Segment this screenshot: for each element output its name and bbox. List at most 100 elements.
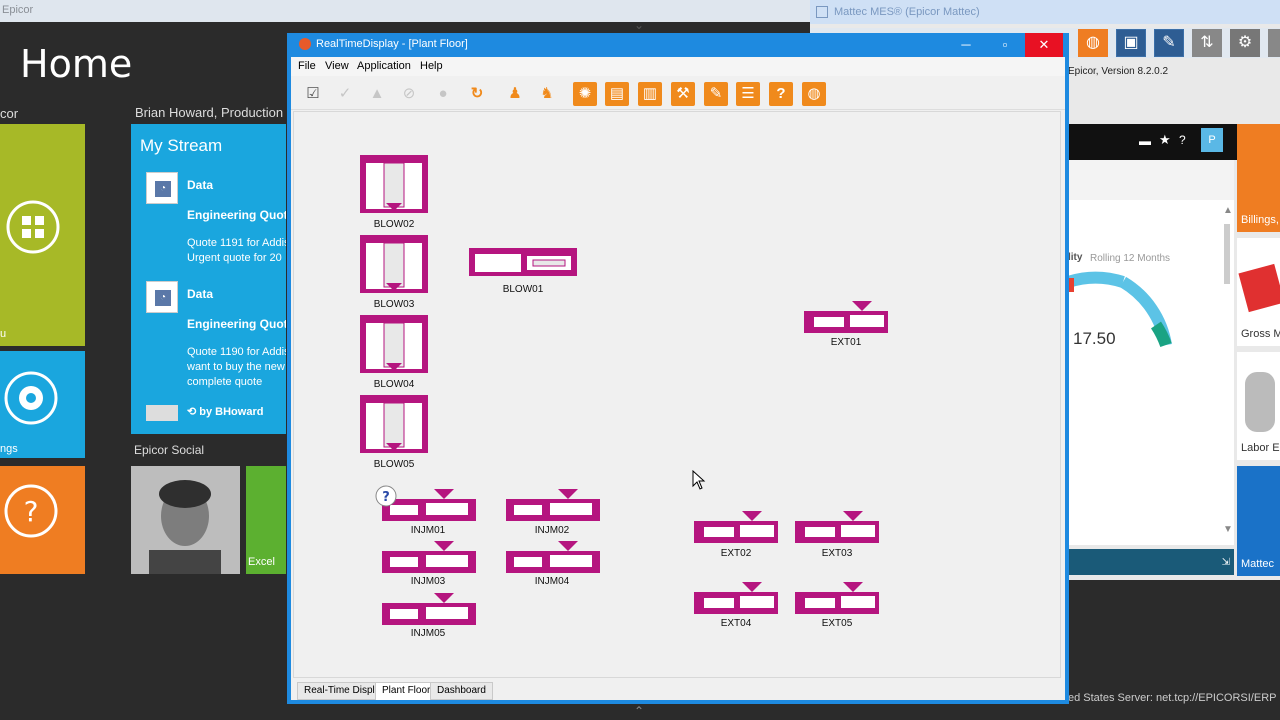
maximize-button[interactable]: ▫	[986, 33, 1024, 57]
pencil-icon[interactable]: ✎	[704, 82, 728, 106]
machine-blow02[interactable]	[358, 153, 430, 217]
machine-blow03[interactable]	[358, 233, 430, 297]
refresh-icon[interactable]: ↻	[465, 82, 489, 106]
arrows-icon[interactable]: ⇅	[1192, 29, 1222, 57]
tile-settings[interactable]: ngs	[0, 351, 85, 458]
tab-dashboard[interactable]: Dashboard	[430, 682, 493, 700]
machine-blow04[interactable]	[358, 313, 430, 377]
machine-blow05[interactable]	[358, 393, 430, 457]
tile-label: Labor E	[1241, 442, 1280, 454]
operator-tools-icon[interactable]: ♞	[535, 82, 559, 106]
stream-line: want to buy the new	[187, 361, 285, 373]
plant-floor-canvas[interactable]: BLOW02 BLOW03 BLOW04 BLOW05 BLOW01 EXT01…	[293, 111, 1061, 678]
person-photo[interactable]	[131, 466, 240, 574]
window-title: RealTimeDisplay - [Plant Floor]	[316, 38, 468, 50]
machine-injm04[interactable]	[504, 541, 602, 575]
menu-help[interactable]: Help	[420, 60, 443, 72]
my-stream-tile[interactable]: My Stream ◔ Data Engineering Quote Quote…	[131, 124, 286, 434]
machine-ext01[interactable]	[802, 301, 890, 335]
check-icon: ✓	[338, 85, 352, 102]
machine-label: BLOW03	[373, 299, 415, 310]
gauge-value: 17.50	[1073, 329, 1116, 348]
machine-label: BLOW05	[373, 459, 415, 470]
grid-icon	[6, 200, 60, 254]
record-icon: ●	[438, 85, 448, 102]
list-icon[interactable]: ☰	[736, 82, 760, 106]
gear-icon[interactable]: ⚙	[1230, 29, 1260, 57]
machine-injm02[interactable]	[504, 489, 602, 523]
gauge-icon[interactable]: ✺	[573, 82, 597, 106]
tile-label: u	[0, 328, 7, 340]
machine-injm05[interactable]	[380, 593, 478, 627]
scrollbar[interactable]	[1224, 224, 1230, 284]
app-icon	[299, 38, 311, 50]
scroll-up-icon[interactable]: ▲	[1223, 205, 1233, 216]
machine-injm03[interactable]	[380, 541, 478, 575]
chevron-up-icon[interactable]: ⌃	[634, 704, 644, 718]
zoom-icon: ⊘	[402, 85, 416, 102]
machine-ext02[interactable]	[692, 511, 780, 545]
machine-blow01[interactable]	[467, 246, 579, 280]
window-body: File View Application Help ☑ ✓ ▲ ⊘ ● ↻ ♟…	[291, 57, 1065, 700]
select-all-icon[interactable]: ☑	[301, 82, 325, 106]
stream-item[interactable]: ◔ Data Engineering Quote Quote 1190 for …	[146, 281, 286, 391]
menu-view[interactable]: View	[325, 60, 349, 72]
tile-label: Mattec	[1241, 558, 1275, 570]
stream-item-type: Data	[187, 178, 214, 192]
svg-text:?: ?	[382, 490, 390, 505]
resize-icon[interactable]: ⇲	[1222, 557, 1230, 568]
avatar	[146, 405, 178, 421]
machine-label: INJM02	[534, 525, 570, 536]
tile-apps[interactable]: u	[0, 124, 85, 346]
mouse-cursor-icon	[692, 470, 706, 490]
tab-plant-floor[interactable]: Plant Floor	[375, 682, 438, 700]
operator-icon[interactable]: ♟	[503, 82, 527, 106]
scroll-down-icon[interactable]: ▼	[1223, 524, 1233, 535]
menu-file[interactable]: File	[298, 60, 316, 72]
mattec-title: Mattec MES® (Epicor Mattec)	[810, 0, 1280, 24]
window-titlebar[interactable]: RealTimeDisplay - [Plant Floor] ─ ▫ ✕	[287, 33, 1069, 57]
star-icon[interactable]: ★	[1159, 132, 1171, 148]
stream-item-title: Engineering Quote	[187, 317, 286, 331]
tile-billings[interactable]: Billings,	[1237, 124, 1280, 232]
more-icon[interactable]	[1268, 29, 1280, 57]
help-icon[interactable]: ?	[769, 82, 793, 106]
retweet-icon: ⟲	[187, 406, 197, 418]
tile-labor[interactable]: Labor E	[1237, 352, 1280, 460]
profile-badge[interactable]: P	[1201, 128, 1223, 152]
monitor-icon[interactable]: ▣	[1116, 29, 1146, 57]
help-icon[interactable]: ?	[1179, 133, 1186, 147]
globe-icon[interactable]: ◍	[1078, 29, 1108, 57]
stream-line: complete quote	[187, 376, 263, 388]
globe-icon[interactable]: ◍	[802, 82, 826, 106]
gauge-panel: ▲ ▼	[1068, 200, 1234, 545]
tile-help[interactable]: ?	[0, 466, 85, 574]
machine-ext04[interactable]	[692, 582, 780, 616]
stream-item[interactable]: ◔ Data Engineering Quote Quote 1191 for …	[146, 172, 286, 272]
machine-label: BLOW01	[502, 284, 544, 295]
wrench-icon[interactable]: ⚒	[671, 82, 695, 106]
help-bubble-icon[interactable]: ?	[374, 485, 398, 509]
edit-icon[interactable]: ✎	[1154, 29, 1184, 57]
document-icon[interactable]: ▤	[605, 82, 629, 106]
machine-label: EXT05	[821, 618, 853, 629]
close-button[interactable]: ✕	[1025, 33, 1063, 57]
tile-label: ngs	[0, 443, 18, 455]
machine-label: INJM04	[534, 576, 570, 587]
machine-ext05[interactable]	[793, 582, 881, 616]
minimize-button[interactable]: ─	[947, 33, 985, 57]
version-label: Epicor, Version 8.2.0.2	[1068, 66, 1169, 77]
right-tiles: Billings, Gross M Labor E Mattec	[1237, 124, 1280, 584]
machine-ext03[interactable]	[793, 511, 881, 545]
stream-item-type: Data	[187, 287, 214, 301]
chevron-down-icon[interactable]: ⌄	[634, 18, 644, 32]
bar-chart-icon[interactable]: ▥	[638, 82, 662, 106]
menu-application[interactable]: Application	[357, 60, 411, 72]
tile-gross-margin[interactable]: Gross M	[1237, 238, 1280, 346]
question-icon: ?	[4, 484, 58, 538]
tile-mattec[interactable]: Mattec	[1237, 466, 1280, 576]
tile-excel[interactable]: Excel	[246, 466, 286, 574]
chat-icon[interactable]: ▬	[1139, 134, 1151, 148]
stream-line: Quote 1190 for Addis	[187, 346, 286, 358]
mattec-footer-bar: ⇲	[1068, 549, 1234, 575]
